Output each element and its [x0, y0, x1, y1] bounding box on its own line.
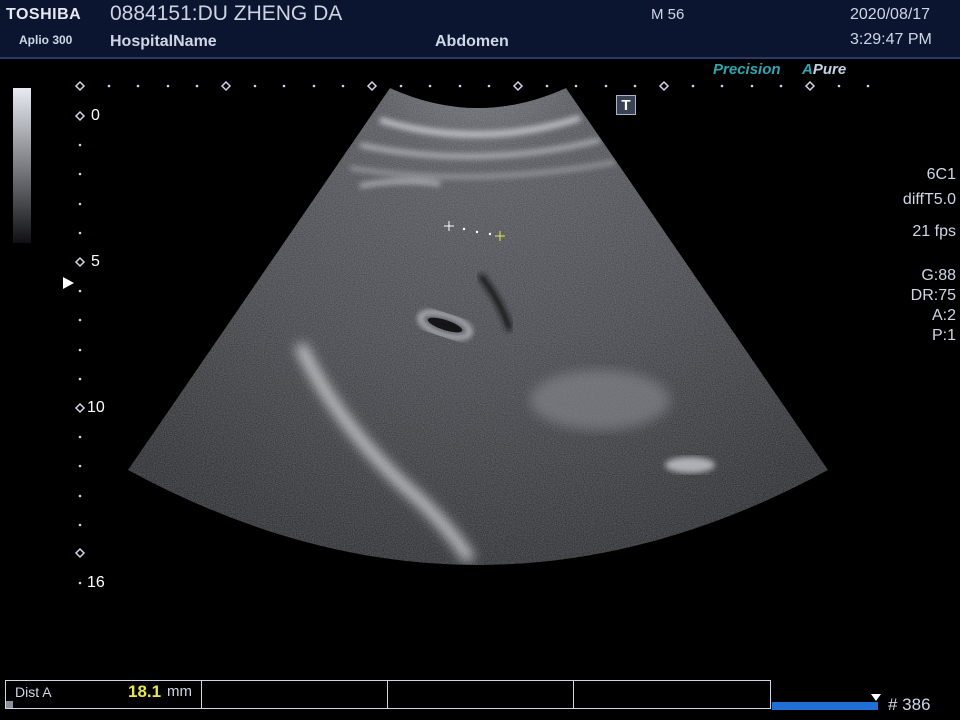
lateral-scale — [74, 80, 870, 92]
t-orientation-icon: T — [616, 95, 636, 115]
measurement-corner-marker — [6, 701, 13, 708]
depth-scale — [74, 110, 86, 585]
precision-label: Precision — [713, 61, 781, 78]
cine-progress-bar[interactable] — [772, 702, 878, 710]
measurement-value: 18.1 — [128, 682, 162, 701]
depth-label-0: 0 — [91, 107, 100, 124]
a-value: A:2 — [931, 307, 956, 324]
cine-position-marker[interactable] — [871, 694, 881, 701]
measurement-table: Dist A 18.1 mm — [5, 680, 771, 709]
apure-label: APure — [802, 61, 847, 78]
focus-marker[interactable] — [63, 277, 74, 289]
measurement-cell-dist-a[interactable]: Dist A 18.1 mm — [6, 681, 202, 708]
grayscale-bar — [13, 88, 31, 243]
measurement-label: Dist A — [15, 684, 52, 700]
depth-label-10: 10 — [87, 399, 105, 416]
depth-label-16: 16 — [87, 574, 105, 591]
depth-label-5: 5 — [91, 253, 100, 270]
p-value: P:1 — [931, 327, 956, 344]
probe-label: 6C1 — [926, 166, 956, 183]
preset-label: diffT5.0 — [902, 191, 956, 208]
measurement-cell-empty — [387, 681, 574, 708]
ultrasound-image — [128, 88, 828, 565]
gain-value: G:88 — [921, 267, 956, 284]
frame-rate: 21 fps — [912, 223, 956, 240]
measurement-unit: mm — [167, 683, 192, 700]
dynamic-range-value: DR:75 — [910, 287, 956, 304]
measurement-cell-empty — [201, 681, 388, 708]
frame-counter: # 386 — [888, 695, 931, 714]
